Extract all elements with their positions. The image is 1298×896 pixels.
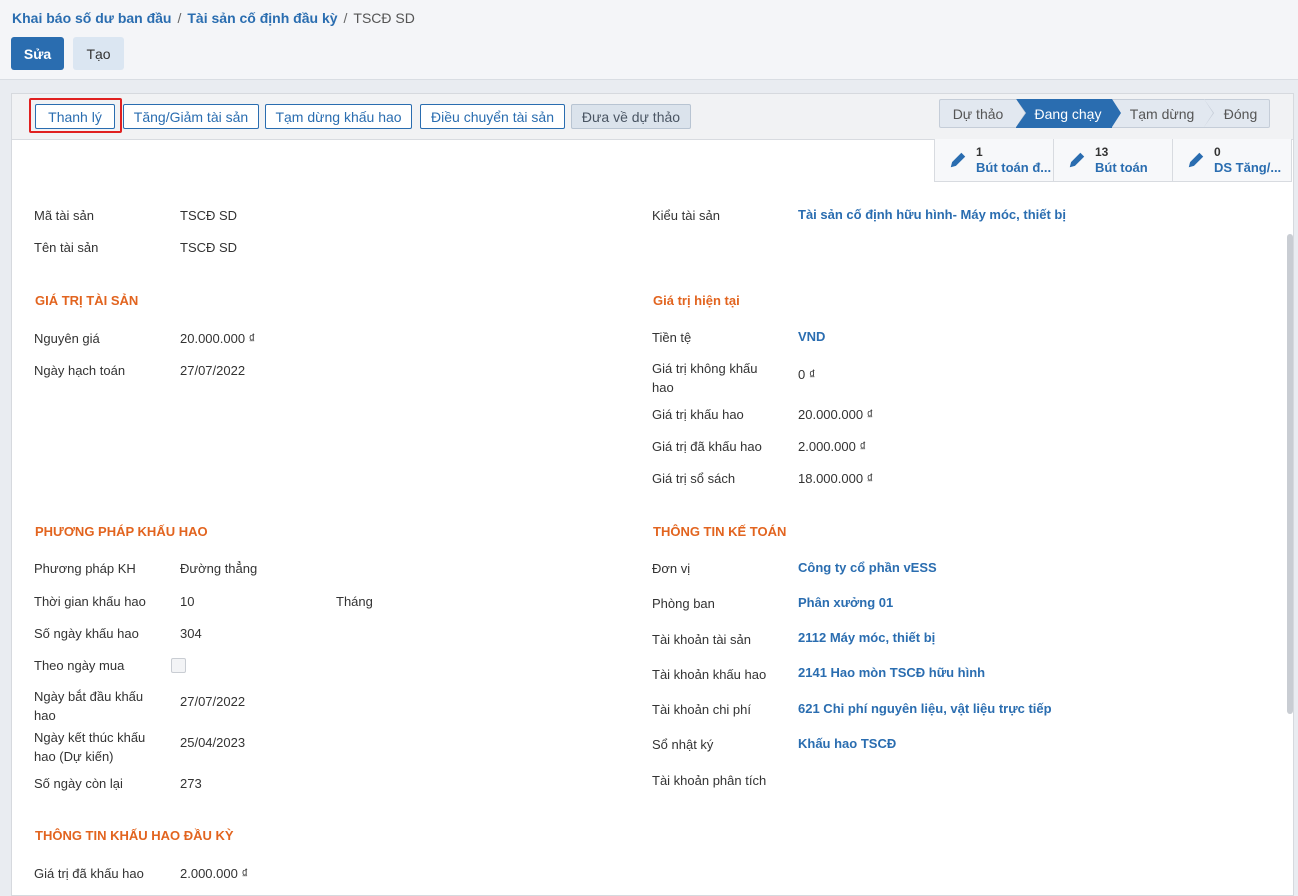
remaining-days-value: 273: [180, 776, 202, 791]
pause-depreciation-button[interactable]: Tạm dừng khấu hao: [265, 104, 412, 129]
analytic-account-label: Tài khoản phân tích: [652, 773, 767, 788]
pencil-icon: [1188, 152, 1204, 168]
journal-label: Sổ nhật ký: [652, 737, 714, 752]
asset-code-value: TSCĐ SD: [180, 208, 238, 223]
edit-button[interactable]: Sửa: [11, 37, 64, 70]
asset-account-link[interactable]: 2112 Máy móc, thiết bị: [798, 628, 935, 647]
accounting-date-value: 27/07/2022: [180, 363, 246, 378]
pencil-icon: [1069, 152, 1085, 168]
scrollbar[interactable]: [1287, 234, 1293, 714]
stage-label: Dự thảo: [952, 105, 1004, 122]
smart-button-text: 0 DS Tăng/...: [1214, 145, 1281, 175]
by-purchase-date-checkbox[interactable]: [171, 658, 186, 673]
stage-label: Đang chạy: [1034, 105, 1102, 122]
smart-button-count: 0: [1214, 145, 1221, 159]
depreciable-value: 20.000.000 ₫: [798, 407, 874, 422]
original-price-label: Nguyên giá: [34, 331, 100, 346]
smart-button-text: 1 Bút toán đ...: [976, 145, 1051, 175]
non-depreciable-label: Giá trị không khấu hao: [652, 361, 758, 395]
stage-label: Tạm dừng: [1129, 105, 1195, 122]
depreciation-account-link[interactable]: 2141 Hao mòn TSCĐ hữu hình: [798, 663, 985, 682]
highlight-box: [29, 98, 122, 133]
department-link[interactable]: Phân xưởng 01: [798, 593, 893, 612]
start-date-label: Ngày bắt đầu khấu hao: [34, 689, 144, 723]
stage-draft[interactable]: Dự thảo: [939, 99, 1026, 128]
smart-button-increase-list[interactable]: 0 DS Tăng/...: [1173, 139, 1292, 181]
increase-decrease-asset-button[interactable]: Tăng/Giảm tài sản: [123, 104, 259, 129]
smart-button-journal-entries[interactable]: 13 Bút toán: [1054, 139, 1173, 181]
opening-depreciated-value: 2.000.000 ₫: [180, 866, 249, 881]
stage-arrow: [1016, 99, 1025, 127]
stage-arrow: [1112, 99, 1121, 127]
control-panel: Khai báo số dư ban đầu / Tài sản cố định đ…: [0, 0, 1298, 80]
asset-name-label: Tên tài sản: [34, 240, 99, 255]
accounting-info-section-title: THÔNG TIN KẾ TOÁN: [653, 524, 787, 539]
smart-button-label: Bút toán đ...: [976, 160, 1052, 175]
asset-name-value: TSCĐ SD: [180, 240, 238, 255]
form-sheet: Thanh lý Tăng/Giảm tài sản Tạm dừng khấu…: [11, 93, 1294, 896]
smart-buttons: 1 Bút toán đ... 13 Bút toán 0 DS Tăng/..…: [934, 139, 1292, 182]
book-value-label: Giá trị sổ sách: [652, 471, 736, 486]
stage-paused[interactable]: Tạm dừng: [1112, 99, 1214, 128]
currency-link[interactable]: VND: [798, 327, 825, 346]
by-purchase-date-label: Theo ngày mua: [34, 658, 125, 673]
depreciation-account-label: Tài khoản khấu hao: [652, 667, 767, 682]
expense-account-label: Tài khoản chi phí: [652, 702, 752, 717]
currency-label: Tiền tệ: [652, 330, 692, 345]
pencil-icon: [950, 152, 966, 168]
smart-button-count: 13: [1095, 145, 1109, 159]
remaining-days-label: Số ngày còn lại: [34, 776, 123, 791]
current-value-section-title: Giá trị hiện tại: [653, 293, 740, 308]
end-date-label: Ngày kết thúc khấu hao (Dự kiến): [34, 730, 146, 764]
stage-label: Đóng: [1223, 105, 1258, 122]
asset-value-section-title: GIÁ TRỊ TÀI SẢN: [35, 293, 139, 308]
create-button[interactable]: Tạo: [73, 37, 124, 70]
depreciated-label: Giá trị đã khấu hao: [652, 439, 762, 454]
journal-link[interactable]: Khấu hao TSCĐ: [798, 734, 896, 753]
breadcrumb-link-fixed-assets[interactable]: Tài sản cố định đầu kỳ: [187, 10, 337, 26]
end-date-value: 25/04/2023: [180, 735, 246, 750]
company-link[interactable]: Công ty cổ phần vESS: [798, 558, 937, 577]
duration-label: Thời gian khấu hao: [34, 594, 146, 609]
asset-type-label: Kiểu tài sản: [652, 208, 720, 223]
expense-account-link[interactable]: 621 Chi phí nguyên liệu, vật liệu trực t…: [798, 699, 1052, 718]
smart-button-journal-entries-opening[interactable]: 1 Bút toán đ...: [935, 139, 1054, 181]
department-label: Phòng ban: [652, 596, 715, 611]
opening-depreciated-label: Giá trị đã khấu hao: [34, 866, 144, 881]
stage-arrow: [1204, 99, 1213, 127]
company-label: Đơn vị: [652, 561, 691, 576]
depreciable-label: Giá trị khấu hao: [652, 407, 744, 422]
asset-account-label: Tài khoản tài sản: [652, 632, 752, 647]
asset-code-label: Mã tài sản: [34, 208, 94, 223]
depreciation-method-section-title: PHƯƠNG PHÁP KHẤU HAO: [35, 524, 208, 539]
opening-depreciation-section-title: THÔNG TIN KHẤU HAO ĐẦU KỲ: [35, 828, 234, 843]
breadcrumb-separator: /: [343, 10, 348, 26]
set-to-draft-button[interactable]: Đưa về dự thảo: [571, 104, 691, 129]
non-depreciable-value: 0 ₫: [798, 367, 816, 382]
smart-button-label: Bút toán: [1095, 160, 1148, 175]
original-price-value: 20.000.000 ₫: [180, 331, 256, 346]
method-label: Phương pháp KH: [34, 561, 136, 576]
smart-button-label: DS Tăng/...: [1214, 160, 1282, 175]
breadcrumb-current: TSCĐ SD: [353, 10, 415, 26]
stage-running[interactable]: Đang chạy: [1016, 99, 1121, 128]
accounting-date-label: Ngày hạch toán: [34, 363, 126, 378]
duration-unit: Tháng: [336, 594, 373, 609]
start-date-value: 27/07/2022: [180, 694, 246, 709]
breadcrumb: Khai báo số dư ban đầu / Tài sản cố định đ…: [12, 10, 415, 26]
breadcrumb-link-opening-balance[interactable]: Khai báo số dư ban đầu: [12, 10, 171, 26]
asset-type-link[interactable]: Tài sản cố định hữu hình- Máy móc, thiết…: [798, 205, 1066, 224]
depreciation-days-label: Số ngày khấu hao: [34, 626, 139, 641]
book-value-value: 18.000.000 ₫: [798, 471, 874, 486]
duration-value: 10: [180, 594, 195, 609]
depreciated-value: 2.000.000 ₫: [798, 439, 867, 454]
smart-button-text: 13 Bút toán: [1095, 145, 1148, 175]
smart-button-count: 1: [976, 145, 983, 159]
transfer-asset-button[interactable]: Điều chuyển tài sản: [420, 104, 565, 129]
status-pipeline: Dự thảo Đang chạy Tạm dừng Đóng: [939, 99, 1270, 128]
status-bar: Thanh lý Tăng/Giảm tài sản Tạm dừng khấu…: [12, 94, 1293, 140]
method-value: Đường thẳng: [180, 561, 258, 576]
breadcrumb-separator: /: [177, 10, 182, 26]
depreciation-days-value: 304: [180, 626, 202, 641]
